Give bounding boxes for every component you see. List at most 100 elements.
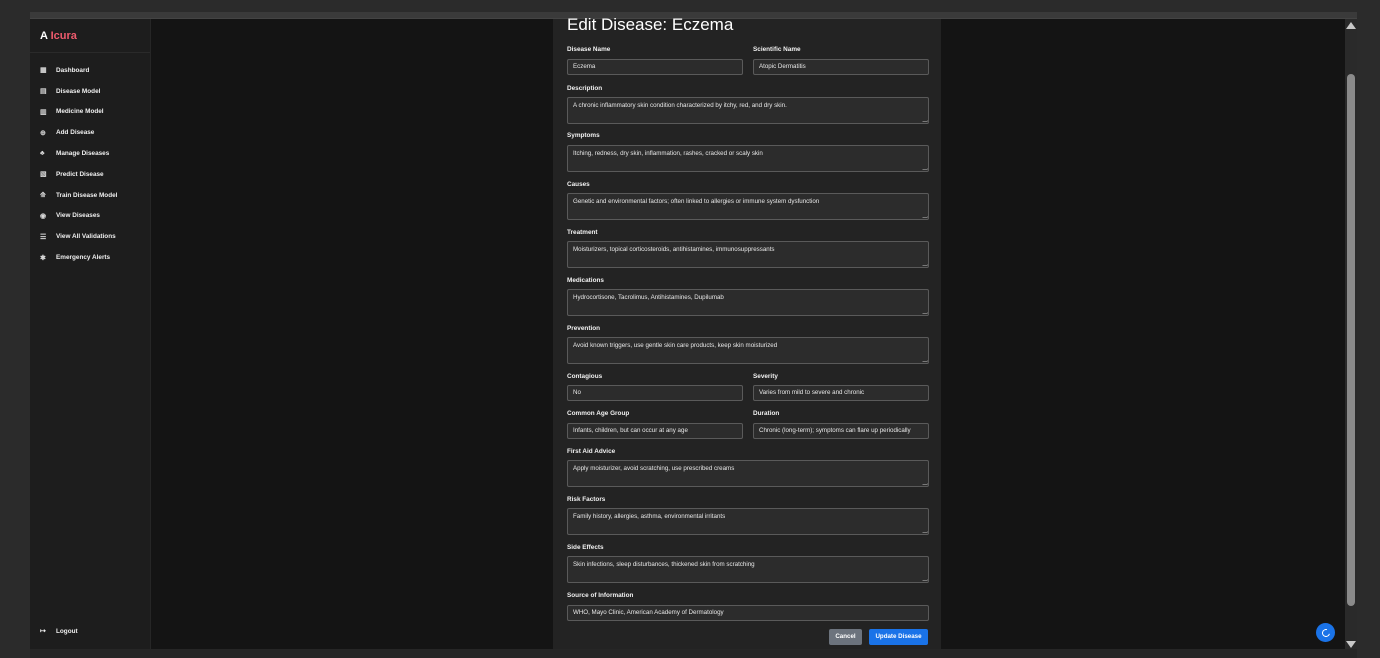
medications-label: Medications — [567, 277, 604, 284]
main-content: Edit Disease: Eczema Disease Name Eczema… — [151, 15, 1345, 649]
sidebar-item-label: Medicine Model — [56, 108, 104, 116]
description-label: Description — [567, 85, 603, 92]
symptoms-label: Symptoms — [567, 132, 600, 139]
resize-grip-icon[interactable] — [922, 576, 928, 581]
contagious-input[interactable]: No — [567, 385, 743, 401]
sidebar-item-view-diseases[interactable]: ◉ View Diseases — [30, 206, 150, 227]
resize-grip-icon[interactable] — [922, 213, 928, 218]
sidebar-item-label: Emergency Alerts — [56, 254, 111, 262]
edit-disease-form: Edit Disease: Eczema Disease Name Eczema… — [553, 15, 941, 649]
side-effects-label: Side Effects — [567, 544, 604, 551]
treatment-textarea[interactable]: Moisturizers, topical corticosteroids, a… — [567, 241, 929, 268]
scroll-up-arrow-icon[interactable] — [1346, 22, 1356, 29]
scientific-name-label: Scientific Name — [753, 46, 801, 53]
common-age-group-label: Common Age Group — [567, 410, 630, 417]
sidebar-item-add-disease[interactable]: ⊕ Add Disease — [30, 122, 150, 143]
page-title: Edit Disease: Eczema — [567, 15, 734, 34]
treatment-value: Moisturizers, topical corticosteroids, a… — [573, 246, 775, 253]
first-aid-advice-label: First Aid Advice — [567, 448, 616, 455]
sidebar-item-emergency-alerts[interactable]: ✱ Emergency Alerts — [30, 247, 150, 268]
moon-icon — [1320, 627, 1331, 638]
sidebar-item-label: Dashboard — [56, 66, 90, 74]
sidebar-item-label: Disease Model — [56, 87, 101, 95]
train-model-icon: ⟰ — [40, 192, 46, 200]
first-aid-advice-textarea[interactable]: Apply moisturizer, avoid scratching, use… — [567, 460, 929, 487]
causes-value: Genetic and environmental factors; often… — [573, 198, 820, 205]
medications-textarea[interactable]: Hydrocortisone, Tacrolimus, Antihistamin… — [567, 289, 929, 316]
theme-toggle-button[interactable] — [1316, 623, 1335, 642]
resize-grip-icon[interactable] — [922, 165, 928, 170]
medications-value: Hydrocortisone, Tacrolimus, Antihistamin… — [573, 294, 724, 301]
side-effects-value: Skin infections, sleep disturbances, thi… — [573, 561, 755, 568]
prevention-label: Prevention — [567, 325, 601, 332]
description-value: A chronic inflammatory skin condition ch… — [573, 102, 787, 109]
severity-label: Severity — [753, 373, 778, 380]
manage-users-icon: ♣ — [40, 150, 45, 158]
sidebar-item-disease-model[interactable]: ▤ Disease Model — [30, 81, 150, 102]
symptoms-textarea[interactable]: Itching, redness, dry skin, inflammation… — [567, 145, 929, 172]
source-of-information-input[interactable]: WHO, Mayo Clinic, American Academy of De… — [567, 605, 929, 621]
scroll-down-arrow-icon[interactable] — [1346, 641, 1356, 648]
prevention-textarea[interactable]: Avoid known triggers, use gentle skin ca… — [567, 337, 929, 364]
logout-button[interactable]: ↦ Logout — [40, 627, 78, 636]
sidebar-item-medicine-model[interactable]: ▥ Medicine Model — [30, 102, 150, 123]
sidebar: A Icura ▦ Dashboard ▤ Disease Model ▥ Medic… — [30, 19, 151, 649]
prevention-value: Avoid known triggers, use gentle skin ca… — [573, 342, 778, 349]
causes-label: Causes — [567, 181, 590, 188]
sidebar-item-view-all-validations[interactable]: ☰ View All Validations — [30, 226, 150, 247]
resize-grip-icon[interactable] — [922, 117, 928, 122]
sidebar-item-label: View Diseases — [56, 212, 100, 220]
sidebar-item-label: Add Disease — [56, 129, 95, 137]
logout-icon: ↦ — [40, 628, 46, 635]
duration-input[interactable]: Chronic (long-term); symptoms can flare … — [753, 423, 929, 439]
medicine-model-icon: ▥ — [40, 108, 47, 116]
sidebar-item-train-disease-model[interactable]: ⟰ Train Disease Model — [30, 185, 150, 206]
common-age-group-input[interactable]: Infants, children, but can occur at any … — [567, 423, 743, 439]
asterisk-icon: ✱ — [40, 254, 46, 262]
scientific-name-input[interactable]: Atopic Dermatitis — [753, 59, 929, 75]
sidebar-nav: ▦ Dashboard ▤ Disease Model ▥ Medicine Mode… — [30, 53, 150, 268]
risk-factors-value: Family history, allergies, asthma, envir… — [573, 513, 726, 520]
disease-name-label: Disease Name — [567, 46, 611, 53]
app-window: A Icura ▦ Dashboard ▤ Disease Model ▥ Medic… — [30, 15, 1345, 649]
predict-icon: ▧ — [40, 171, 47, 179]
sidebar-item-dashboard[interactable]: ▦ Dashboard — [30, 60, 150, 81]
brand-logo[interactable]: A Icura — [30, 19, 150, 53]
treatment-label: Treatment — [567, 229, 598, 236]
first-aid-advice-value: Apply moisturizer, avoid scratching, use… — [573, 465, 735, 472]
description-textarea[interactable]: A chronic inflammatory skin condition ch… — [567, 97, 929, 124]
sidebar-item-label: Manage Diseases — [56, 150, 110, 158]
resize-grip-icon[interactable] — [922, 480, 928, 485]
duration-label: Duration — [753, 410, 780, 417]
dashboard-icon: ▦ — [40, 67, 47, 75]
add-circle-icon: ⊕ — [40, 129, 46, 137]
disease-name-input[interactable]: Eczema — [567, 59, 743, 75]
brand-prefix: A — [40, 30, 48, 42]
sidebar-item-label: Train Disease Model — [56, 191, 118, 199]
cancel-button[interactable]: Cancel — [829, 629, 862, 645]
eye-icon: ◉ — [40, 212, 47, 220]
risk-factors-label: Risk Factors — [567, 496, 606, 503]
causes-textarea[interactable]: Genetic and environmental factors; often… — [567, 193, 929, 220]
resize-grip-icon[interactable] — [922, 357, 928, 362]
resize-grip-icon[interactable] — [922, 528, 928, 533]
page-scrollbar[interactable] — [1345, 19, 1357, 651]
sidebar-item-label: View All Validations — [56, 233, 116, 241]
update-disease-button[interactable]: Update Disease — [869, 629, 928, 645]
list-check-icon: ☰ — [40, 233, 47, 241]
sidebar-item-label: Predict Disease — [56, 170, 104, 178]
severity-input[interactable]: Varies from mild to severe and chronic — [753, 385, 929, 401]
risk-factors-textarea[interactable]: Family history, allergies, asthma, envir… — [567, 508, 929, 535]
resize-grip-icon[interactable] — [922, 309, 928, 314]
side-effects-textarea[interactable]: Skin infections, sleep disturbances, thi… — [567, 556, 929, 583]
source-of-information-label: Source of Information — [567, 592, 634, 599]
sidebar-item-predict-disease[interactable]: ▧ Predict Disease — [30, 164, 150, 185]
scrollbar-thumb[interactable] — [1347, 74, 1355, 606]
browser-bottom-strip — [30, 649, 1357, 658]
symptoms-value: Itching, redness, dry skin, inflammation… — [573, 150, 763, 157]
resize-grip-icon[interactable] — [922, 261, 928, 266]
sidebar-item-manage-diseases[interactable]: ♣ Manage Diseases — [30, 143, 150, 164]
disease-model-icon: ▤ — [40, 88, 47, 96]
logout-label: Logout — [56, 627, 78, 635]
contagious-label: Contagious — [567, 373, 603, 380]
